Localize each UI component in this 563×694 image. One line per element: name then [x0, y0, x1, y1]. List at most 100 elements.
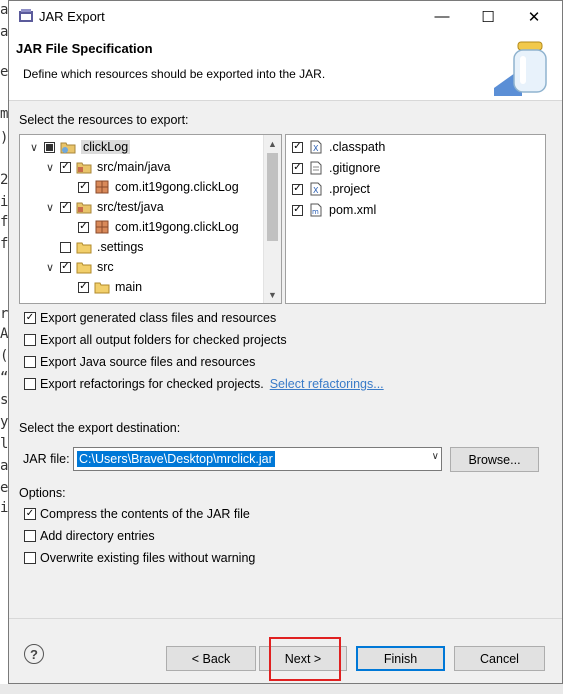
folder-icon — [94, 280, 110, 294]
export-option-label: Export all output folders for checked pr… — [40, 333, 287, 347]
minimize-button[interactable]: — — [419, 1, 465, 32]
svg-text:X: X — [313, 144, 319, 153]
checkbox-checked[interactable]: ✓ — [60, 161, 71, 173]
tree-item[interactable]: ✓ com.it19gong.clickLog — [78, 217, 239, 237]
tree-scrollbar[interactable]: ▲ ▼ — [263, 135, 281, 303]
file-item-label: .project — [329, 182, 370, 196]
finish-button[interactable]: Finish — [356, 646, 445, 671]
chevron-down-icon[interactable]: ∨ — [432, 451, 439, 462]
checkbox-checked[interactable]: ✓ — [60, 261, 71, 273]
checkbox-checked[interactable]: ✓ — [78, 221, 89, 233]
checkbox-unchecked[interactable] — [24, 334, 36, 346]
close-button[interactable]: ✕ — [511, 1, 557, 32]
export-option-label: Export generated class files and resourc… — [40, 311, 277, 325]
tree-item[interactable]: .settings — [60, 237, 144, 257]
tree-item[interactable]: ∨ ✓ src/test/java — [44, 197, 164, 217]
jar-option-label: Compress the contents of the JAR file — [40, 507, 250, 521]
expand-chevron-icon[interactable]: ∨ — [28, 141, 40, 154]
tree-item[interactable]: ✓ main — [78, 277, 142, 297]
page-title: JAR File Specification — [16, 41, 153, 56]
select-refactorings-link[interactable]: Select refactorings... — [270, 377, 384, 391]
file-list-item[interactable]: ✓ .gitignore — [292, 158, 380, 178]
expand-chevron-icon[interactable]: ∨ — [44, 261, 56, 274]
checkbox-unchecked[interactable] — [60, 241, 71, 253]
x-file-icon: X — [308, 140, 324, 154]
project-icon — [60, 140, 76, 154]
jar-export-dialog: JAR Export — ☐ ✕ JAR File Specification … — [8, 0, 563, 684]
jar-banner-icon — [494, 41, 547, 96]
file-list-item[interactable]: ✓ X .classpath — [292, 137, 385, 157]
scroll-up-icon[interactable]: ▲ — [264, 135, 281, 152]
title-bar: JAR Export — ☐ ✕ — [9, 1, 562, 32]
checkbox-unchecked[interactable] — [24, 378, 36, 390]
package-icon — [94, 220, 110, 234]
checkbox-unchecked[interactable] — [24, 356, 36, 368]
jar-file-value[interactable]: C:\Users\Brave\Desktop\mrclick.jar — [77, 451, 275, 467]
checkbox-unchecked[interactable] — [24, 552, 36, 564]
tree-item-label: com.it19gong.clickLog — [115, 180, 239, 194]
file-item-label: .gitignore — [329, 161, 381, 175]
maximize-button[interactable]: ☐ — [465, 1, 511, 32]
checkbox-unchecked[interactable] — [24, 530, 36, 542]
file-item-label: pom.xml — [329, 203, 377, 217]
tree-item[interactable]: ∨ ✓ src — [44, 257, 114, 277]
text-file-icon — [308, 161, 324, 175]
jar-option[interactable]: ✓ Compress the contents of the JAR file — [24, 504, 250, 524]
checkbox-checked[interactable]: ✓ — [292, 204, 303, 216]
file-list-item[interactable]: ✓ m pom.xml — [292, 200, 376, 220]
export-option[interactable]: ✓ Export generated class files and resour… — [24, 308, 276, 328]
back-button[interactable]: < Back — [166, 646, 256, 671]
expand-chevron-icon[interactable]: ∨ — [44, 201, 56, 214]
jar-option-label: Add directory entries — [40, 529, 155, 543]
maximize-icon: ☐ — [481, 8, 495, 26]
background-status-strip — [0, 684, 563, 694]
export-option[interactable]: Export refactorings for checked projects… — [24, 374, 384, 394]
tree-item-label: clickLog — [81, 140, 131, 154]
export-option-label: Export Java source files and resources — [40, 355, 256, 369]
next-button-highlight — [269, 637, 341, 681]
jar-file-combo[interactable]: C:\Users\Brave\Desktop\mrclick.jar ∨ — [73, 447, 442, 471]
file-list[interactable]: ✓ X .classpath ✓ .gitignore ✓ X .project ✓ m pom.x… — [285, 134, 546, 304]
eclipse-app-icon — [19, 9, 33, 22]
jar-option[interactable]: Overwrite existing files without warning — [24, 548, 255, 568]
button-separator — [9, 618, 562, 619]
checkbox-checked[interactable]: ✓ — [78, 181, 89, 193]
checkbox-checked[interactable]: ✓ — [60, 201, 71, 213]
tree-item[interactable]: ✓ com.it19gong.clickLog — [78, 177, 239, 197]
scroll-thumb[interactable] — [267, 153, 278, 241]
file-item-label: .classpath — [329, 140, 386, 154]
jar-option[interactable]: Add directory entries — [24, 526, 155, 546]
tree-item-label: main — [115, 280, 143, 294]
export-option[interactable]: Export Java source files and resources — [24, 352, 255, 372]
checkbox-checked[interactable]: ✓ — [292, 162, 303, 174]
folder-icon — [76, 240, 92, 254]
tree-item[interactable]: ∨ clickLog — [28, 137, 131, 157]
tree-item-label: src — [97, 260, 114, 274]
export-option[interactable]: Export all output folders for checked pr… — [24, 330, 287, 350]
checkbox-partial[interactable] — [44, 141, 55, 153]
checkbox-checked[interactable]: ✓ — [24, 312, 36, 324]
expand-chevron-icon[interactable]: ∨ — [44, 161, 56, 174]
checkbox-checked[interactable]: ✓ — [292, 141, 303, 153]
export-option-label: Export refactorings for checked projects… — [40, 377, 264, 391]
browse-button[interactable]: Browse... — [450, 447, 539, 472]
minimize-icon: — — [434, 8, 450, 25]
checkbox-checked[interactable]: ✓ — [78, 281, 89, 293]
help-icon[interactable]: ? — [24, 644, 44, 664]
checkbox-checked[interactable]: ✓ — [292, 183, 303, 195]
checkbox-checked[interactable]: ✓ — [24, 508, 36, 520]
resource-tree[interactable]: ∨ clickLog ∨ ✓ src/main/java ✓ com.it19gong.cl… — [19, 134, 282, 304]
tree-item-label: .settings — [97, 240, 144, 254]
folder-icon — [76, 260, 92, 274]
svg-text:m: m — [312, 208, 319, 216]
x-file-icon: X — [308, 182, 324, 196]
scroll-down-icon[interactable]: ▼ — [264, 286, 281, 303]
tree-item[interactable]: ∨ ✓ src/main/java — [44, 157, 171, 177]
jar-option-label: Overwrite existing files without warning — [40, 551, 256, 565]
source-folder-icon — [76, 200, 92, 214]
tree-item-label: src/main/java — [97, 160, 171, 174]
jar-file-label: JAR file: — [23, 452, 70, 466]
file-list-item[interactable]: ✓ X .project — [292, 179, 370, 199]
maven-file-icon: m — [308, 203, 324, 217]
cancel-button[interactable]: Cancel — [454, 646, 545, 671]
